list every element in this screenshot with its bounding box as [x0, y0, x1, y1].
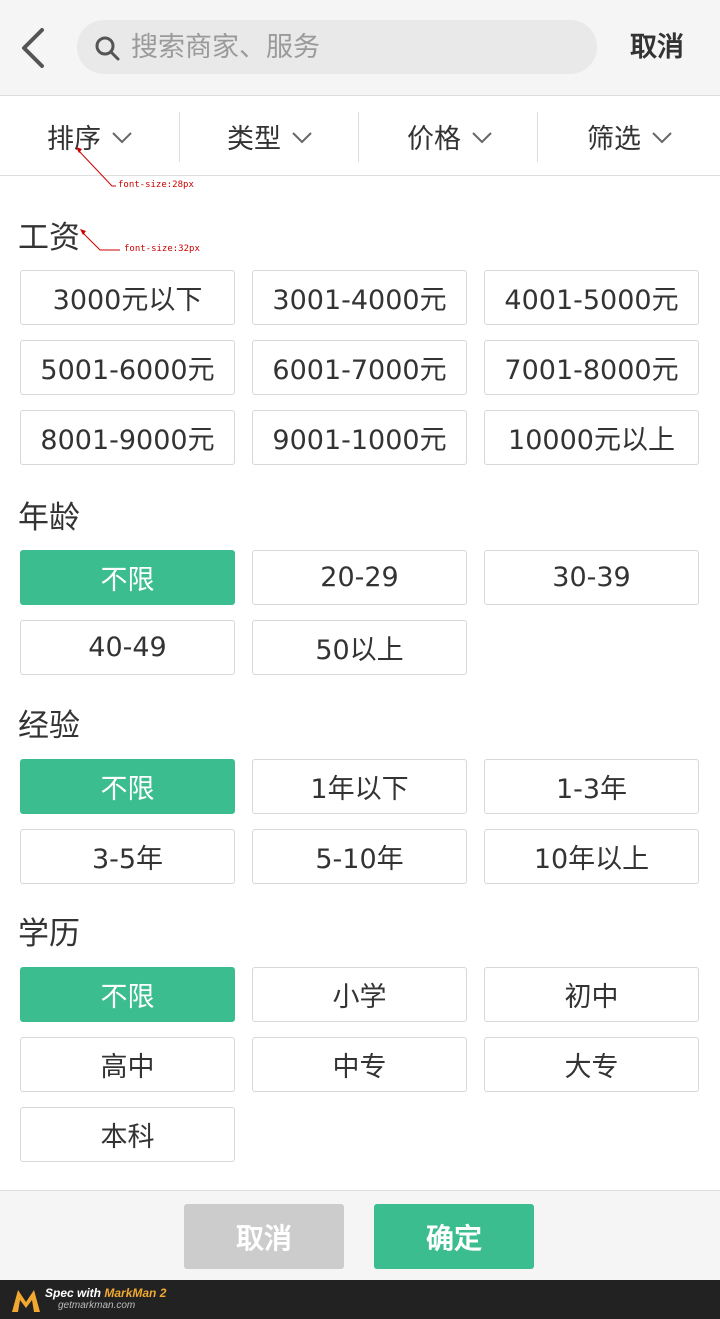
- option-age[interactable]: 30-39: [484, 550, 699, 605]
- option-salary[interactable]: 6001-7000元: [252, 340, 467, 395]
- option-salary[interactable]: 10000元以上: [484, 410, 699, 465]
- option-experience[interactable]: 不限: [20, 759, 235, 814]
- tab-divider: [537, 112, 538, 162]
- option-education[interactable]: 小学: [252, 967, 467, 1022]
- section-title-experience: 经验: [18, 708, 80, 744]
- tab-sort[interactable]: 排序: [0, 96, 180, 176]
- option-education[interactable]: 本科: [20, 1107, 235, 1162]
- option-education[interactable]: 高中: [20, 1037, 235, 1092]
- option-salary[interactable]: 3001-4000元: [252, 270, 467, 325]
- option-experience[interactable]: 10年以上: [484, 829, 699, 884]
- option-salary[interactable]: 9001-1000元: [252, 410, 467, 465]
- option-age[interactable]: 不限: [20, 550, 235, 605]
- tab-label: 筛选: [587, 123, 641, 155]
- watermark-line1: Spec with MarkMan 2: [45, 1286, 166, 1300]
- search-input[interactable]: [131, 28, 571, 66]
- watermark-url: getmarkman.com: [58, 1300, 136, 1311]
- tab-type[interactable]: 类型: [180, 96, 360, 176]
- search-icon: [95, 36, 120, 61]
- cancel-button[interactable]: 取消: [184, 1204, 344, 1269]
- filter-tab-bar: 排序 类型 价格 筛选: [0, 96, 720, 176]
- tab-label: 排序: [47, 123, 101, 155]
- option-age[interactable]: 20-29: [252, 550, 467, 605]
- option-salary[interactable]: 8001-9000元: [20, 410, 235, 465]
- option-education[interactable]: 大专: [484, 1037, 699, 1092]
- annotation-tab-font: font-size:28px: [118, 180, 194, 190]
- section-title-education: 学历: [18, 916, 80, 952]
- markman-logo-icon: [12, 1290, 40, 1312]
- option-age[interactable]: 40-49: [20, 620, 235, 675]
- watermark-spec-with: Spec with: [45, 1286, 102, 1300]
- search-box[interactable]: [77, 20, 597, 74]
- back-arrow-icon[interactable]: [14, 24, 54, 72]
- option-salary[interactable]: 3000元以下: [20, 270, 235, 325]
- option-education[interactable]: 中专: [252, 1037, 467, 1092]
- tab-divider: [358, 112, 359, 162]
- annotation-title-font: font-size:32px: [124, 244, 200, 254]
- markman-footer: Spec with MarkMan 2 getmarkman.com: [0, 1280, 720, 1319]
- option-experience[interactable]: 5-10年: [252, 829, 467, 884]
- tab-filter[interactable]: 筛选: [540, 96, 720, 176]
- confirm-button[interactable]: 确定: [374, 1204, 534, 1269]
- option-age[interactable]: 50以上: [252, 620, 467, 675]
- tab-price[interactable]: 价格: [360, 96, 540, 176]
- option-salary[interactable]: 5001-6000元: [20, 340, 235, 395]
- tab-label: 类型: [227, 123, 281, 155]
- top-bar: 取消: [0, 0, 720, 96]
- option-experience[interactable]: 3-5年: [20, 829, 235, 884]
- option-salary[interactable]: 7001-8000元: [484, 340, 699, 395]
- chevron-down-icon: [652, 132, 672, 144]
- bottom-action-bar: 取消 确定: [0, 1190, 720, 1280]
- section-title-age: 年龄: [18, 500, 80, 536]
- chevron-down-icon: [292, 132, 312, 144]
- option-experience[interactable]: 1-3年: [484, 759, 699, 814]
- top-cancel-button[interactable]: 取消: [612, 28, 702, 68]
- option-salary[interactable]: 4001-5000元: [484, 270, 699, 325]
- option-education[interactable]: 初中: [484, 967, 699, 1022]
- watermark-brand: MarkMan 2: [104, 1286, 167, 1300]
- chevron-down-icon: [112, 132, 132, 144]
- option-education[interactable]: 不限: [20, 967, 235, 1022]
- chevron-down-icon: [472, 132, 492, 144]
- section-title-salary: 工资: [18, 220, 80, 256]
- option-experience[interactable]: 1年以下: [252, 759, 467, 814]
- tab-label: 价格: [407, 123, 461, 155]
